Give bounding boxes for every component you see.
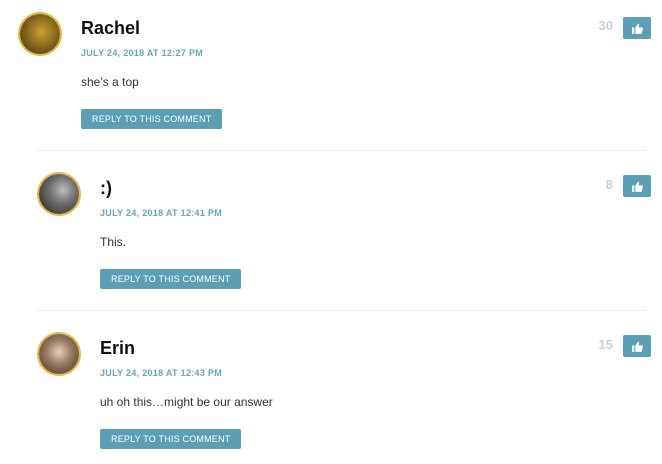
reply-button[interactable]: REPLY TO THIS COMMENT	[100, 269, 242, 289]
comment-date[interactable]: JULY 24, 2018 AT 12:43 PM	[100, 368, 222, 378]
like-count: 8	[605, 177, 613, 192]
like-button[interactable]	[623, 335, 651, 357]
comment-text: she’s a top	[81, 75, 139, 89]
comment-author: Rachel	[81, 18, 141, 38]
avatar[interactable]	[18, 12, 62, 56]
avatar[interactable]	[37, 172, 81, 216]
comment-text: This.	[100, 235, 127, 249]
comment-date[interactable]: JULY 24, 2018 AT 12:27 PM	[81, 48, 203, 58]
comment-author: Erin	[100, 338, 136, 358]
like-count: 30	[598, 18, 613, 33]
reply-button[interactable]: REPLY TO THIS COMMENT	[81, 109, 223, 129]
divider	[36, 150, 646, 151]
like-button[interactable]	[623, 175, 651, 197]
reply-button[interactable]: REPLY TO THIS COMMENT	[100, 429, 242, 449]
comment-text: uh oh this…might be our answer	[100, 395, 273, 409]
divider	[36, 310, 646, 311]
thumbs-up-icon	[631, 181, 643, 192]
avatar[interactable]	[37, 332, 81, 376]
like-button[interactable]	[623, 17, 651, 39]
thumbs-up-icon	[631, 23, 643, 34]
like-count: 15	[598, 337, 613, 352]
thumbs-up-icon	[631, 341, 643, 352]
comment-author: :)	[100, 178, 112, 198]
comment-date[interactable]: JULY 24, 2018 AT 12:41 PM	[100, 208, 222, 218]
